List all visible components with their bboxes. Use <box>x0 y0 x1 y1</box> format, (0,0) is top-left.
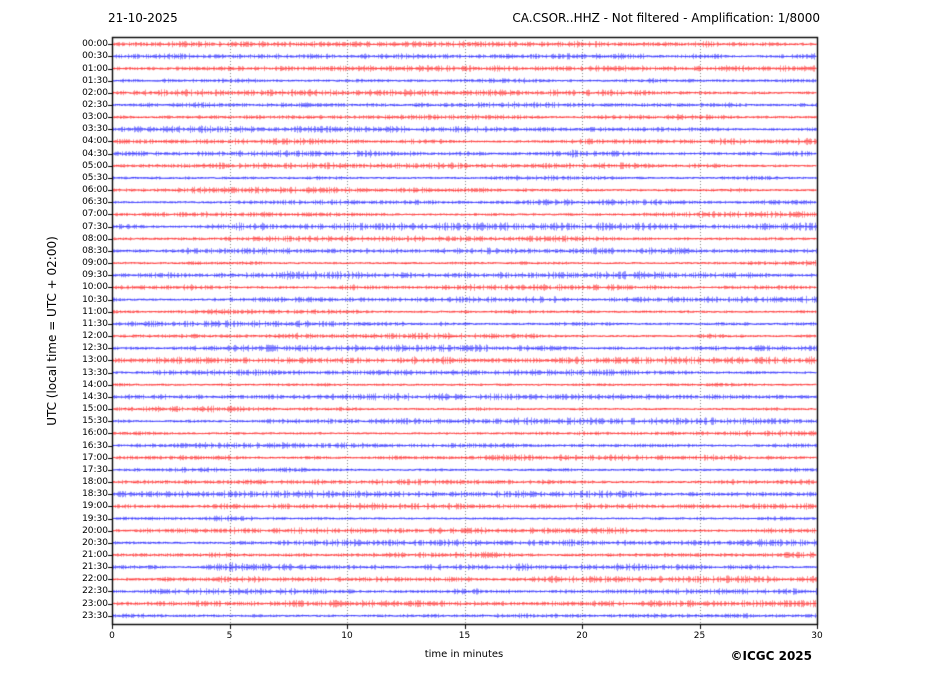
y-tick-label: 07:00 <box>82 209 108 220</box>
y-tick-label: 20:00 <box>82 525 108 536</box>
y-tick-label: 23:00 <box>82 598 108 609</box>
y-tick-label: 19:00 <box>82 501 108 512</box>
y-tick-label: 14:00 <box>82 379 108 390</box>
y-tick-label: 00:30 <box>82 51 108 62</box>
x-tick-label: 10 <box>341 631 353 641</box>
date-title: 21-10-2025 <box>108 11 178 25</box>
y-tick-label: 00:00 <box>82 39 108 50</box>
x-tick-label: 20 <box>576 631 588 641</box>
y-tick-label: 12:30 <box>82 343 108 354</box>
y-tick-label: 04:30 <box>82 148 108 159</box>
y-tick-label: 16:00 <box>82 428 108 439</box>
x-tick-label: 0 <box>109 631 115 641</box>
y-tick-label: 18:30 <box>82 489 108 500</box>
y-tick-label: 14:30 <box>82 391 108 402</box>
y-tick-label: 03:00 <box>82 112 108 123</box>
y-tick-label: 07:30 <box>82 221 108 232</box>
y-tick-label: 01:00 <box>82 63 108 74</box>
y-axis-label: UTC (local time = UTC + 02:00) <box>45 236 59 426</box>
y-tick-label: 08:30 <box>82 245 108 256</box>
y-tick-label: 13:30 <box>82 367 108 378</box>
y-tick-label: 12:00 <box>82 331 108 342</box>
x-tick-label: 25 <box>693 631 706 641</box>
y-tick-label: 21:30 <box>82 562 108 573</box>
y-tick-label: 20:30 <box>82 537 108 548</box>
y-tick-label: 02:30 <box>82 100 108 110</box>
y-tick-label: 17:00 <box>82 452 108 463</box>
y-tick-label: 03:30 <box>82 124 108 135</box>
y-tick-label: 21:00 <box>82 549 108 560</box>
y-tick-label: 19:30 <box>82 513 108 524</box>
y-tick-label: 22:00 <box>82 574 108 585</box>
y-tick-label: 06:30 <box>82 197 108 208</box>
y-tick-label: 23:30 <box>82 610 108 621</box>
y-tick-label: 15:30 <box>82 416 108 427</box>
y-tick-label: 08:00 <box>82 233 108 244</box>
y-tick-label: 01:30 <box>82 75 108 86</box>
y-tick-label: 06:00 <box>82 185 108 196</box>
x-tick-label: 15 <box>458 631 471 641</box>
y-tick-label: 18:00 <box>82 477 108 488</box>
y-tick-label: 22:30 <box>82 586 108 597</box>
y-tick-label: 11:30 <box>82 318 108 329</box>
y-tick-label: 05:30 <box>82 172 108 183</box>
y-tick-label: 09:30 <box>82 270 108 281</box>
x-tick-label: 5 <box>226 631 233 641</box>
y-tick-label: 02:00 <box>82 87 108 98</box>
x-tick-label: 30 <box>811 631 823 641</box>
y-tick-label: 17:30 <box>82 464 108 475</box>
helicorder-figure: 21-10-2025 CA.CSOR..HHZ - Not filtered -… <box>0 0 927 696</box>
x-axis-label: time in minutes <box>424 649 504 660</box>
y-tick-label: 16:30 <box>82 440 108 451</box>
copyright-label: ©ICGC 2025 <box>730 649 812 663</box>
y-tick-label: 10:00 <box>82 282 108 293</box>
y-tick-label: 10:30 <box>82 294 108 305</box>
station-title: CA.CSOR..HHZ - Not filtered - Amplificat… <box>512 11 820 25</box>
y-tick-label: 05:00 <box>82 160 108 171</box>
seismogram-plot-canvas <box>0 0 927 696</box>
y-tick-label: 09:00 <box>82 258 108 269</box>
y-tick-label: 13:00 <box>82 355 108 366</box>
y-tick-label: 04:00 <box>82 136 108 147</box>
y-tick-label: 15:00 <box>82 404 108 415</box>
y-tick-label: 11:00 <box>82 306 108 317</box>
